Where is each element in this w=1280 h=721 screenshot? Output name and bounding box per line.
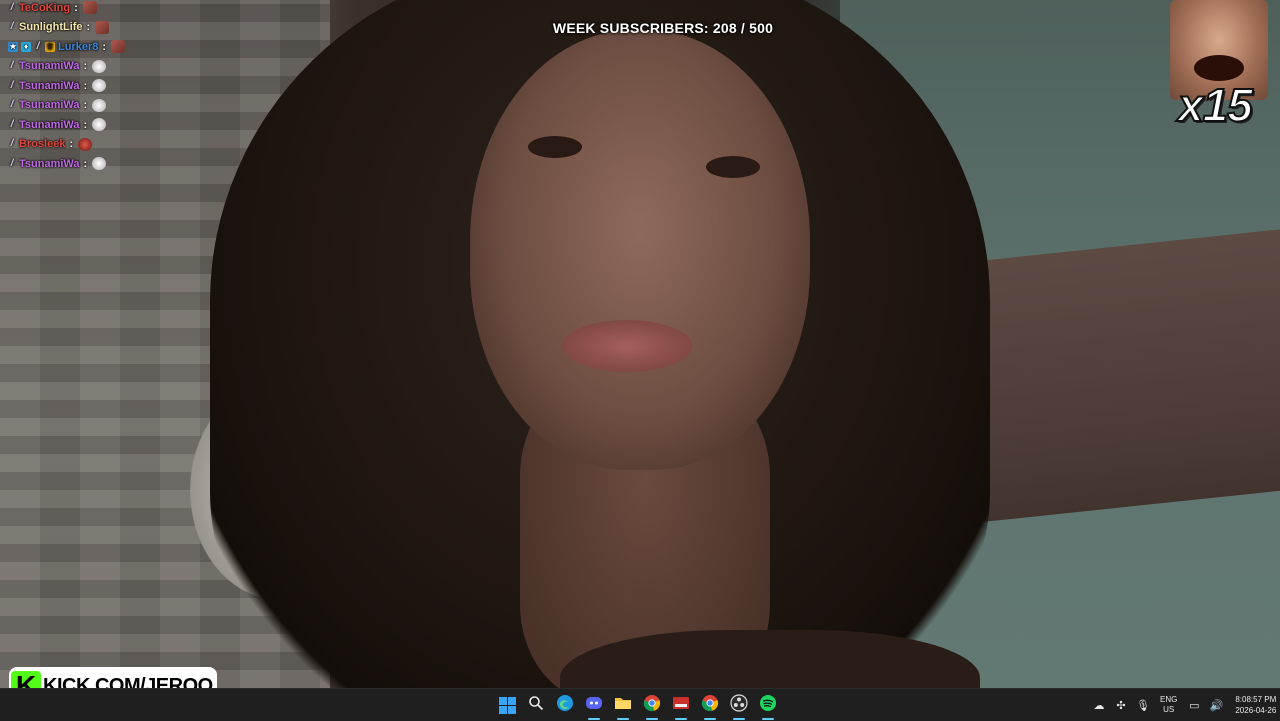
chat-message: ★ ♦ / ♛ Lurker8: [8,37,338,57]
chat-emote-icon [92,118,107,132]
chat-emote-icon [92,79,107,93]
stream-tool-icon [672,695,690,716]
chat-separator: : [83,157,88,170]
discord-app[interactable] [582,693,606,720]
clock-date: 2026-04-26 [1235,706,1277,715]
face [470,30,810,470]
discord-icon [585,694,603,717]
chat-username[interactable]: Brosleek [19,138,65,150]
chat-separator: : [74,1,78,14]
chat-message: / TeCoKing: [8,0,338,18]
moderator-badge-icon: / [10,138,14,150]
gift-badge-icon: ♦ [21,41,31,52]
lips [562,320,692,372]
chat-emote-icon [92,59,107,73]
chat-separator: : [69,138,74,151]
spotify-icon [759,694,777,717]
week-subscribers-counter: WEEK SUBSCRIBERS: 208 / 500 [552,20,774,36]
subscriber-badge-icon: ★ [8,41,18,52]
start-button[interactable] [495,693,519,717]
chat-message: / TsunamiWa: [8,115,338,135]
chat-message: / TsunamiWa: [8,96,338,116]
obs-icon [730,693,748,717]
clock[interactable]: 8:08:57 PM 2026-04-26 [1235,694,1276,716]
taskbar: ☁ ✣ 🎙 ENG US ▭ 🔊 8:08:57 PM 2026-04-26 [0,688,1280,721]
language-indicator[interactable]: ENG US [1160,695,1177,715]
chat-message: / Brosleek: [8,135,338,155]
stream-app[interactable] [669,693,693,720]
moderator-badge-icon: / [10,99,14,111]
chrome-icon [643,694,661,717]
crown-badge-icon: ♛ [45,41,55,52]
chat-emote-icon [92,157,107,171]
chat-username[interactable]: TsunamiWa [19,60,80,72]
clock-time: 8:08:57 PM [1235,695,1277,704]
chat-separator: : [83,118,88,131]
chat-emote-icon [111,40,126,54]
edge-app[interactable] [553,693,577,717]
chat-message: / TsunamiWa: [8,76,338,96]
microphone-icon[interactable]: 🎙 [1136,699,1150,712]
chat-username[interactable]: TsunamiWa [19,99,80,111]
volume-icon[interactable]: 🔊 [1209,699,1223,712]
chat-username[interactable]: TeCoKing [19,2,70,14]
chat-message: / TsunamiWa: [8,154,338,174]
windows-logo [498,696,516,714]
chat-separator: : [83,79,88,92]
search-button[interactable] [524,693,548,717]
chat-username[interactable]: Lurker8 [58,41,98,53]
moderator-badge-icon: / [10,157,14,169]
moderator-badge-icon: / [36,40,40,52]
system-tray: ☁ ✣ 🎙 ENG US ▭ 🔊 8:08:57 PM 2026-04-26 [1092,689,1277,721]
taskbar-apps [495,693,780,720]
left-eye [528,136,582,158]
chrome-icon [701,694,719,717]
chat-separator: : [102,40,107,53]
chat-emote-icon [78,137,93,151]
chat-emote-icon [82,1,97,15]
keyboard-layout: US [1163,705,1175,714]
file-explorer-app[interactable] [611,693,635,720]
spotify-app[interactable] [756,693,780,720]
chat-username[interactable]: TsunamiWa [19,119,80,131]
onedrive-icon[interactable]: ☁ [1092,699,1106,712]
chat-separator: : [83,99,88,112]
moderator-badge-icon: / [10,79,14,91]
chrome-app[interactable] [640,693,664,720]
chat-separator: : [83,60,88,73]
folder-icon [614,695,632,716]
chrome-profile-app[interactable] [698,693,722,720]
chat-emote-icon [92,98,107,112]
emote-combo: x15 [1168,0,1270,132]
obs-app[interactable] [727,693,751,720]
chat-username[interactable]: TsunamiWa [19,80,80,92]
search-icon [528,695,544,716]
moderator-badge-icon: / [10,60,14,72]
moderator-badge-icon: / [10,1,14,13]
moderator-badge-icon: / [10,118,14,130]
network-icon[interactable]: ▭ [1187,699,1201,712]
app-tray-icon[interactable]: ✣ [1114,699,1128,712]
chat-username[interactable]: TsunamiWa [19,158,80,170]
chat-message: / TsunamiWa: [8,57,338,77]
combo-count: x15 [1177,78,1254,132]
edge-icon [556,694,574,717]
right-eye [706,156,760,178]
language-code: ENG [1160,695,1178,704]
